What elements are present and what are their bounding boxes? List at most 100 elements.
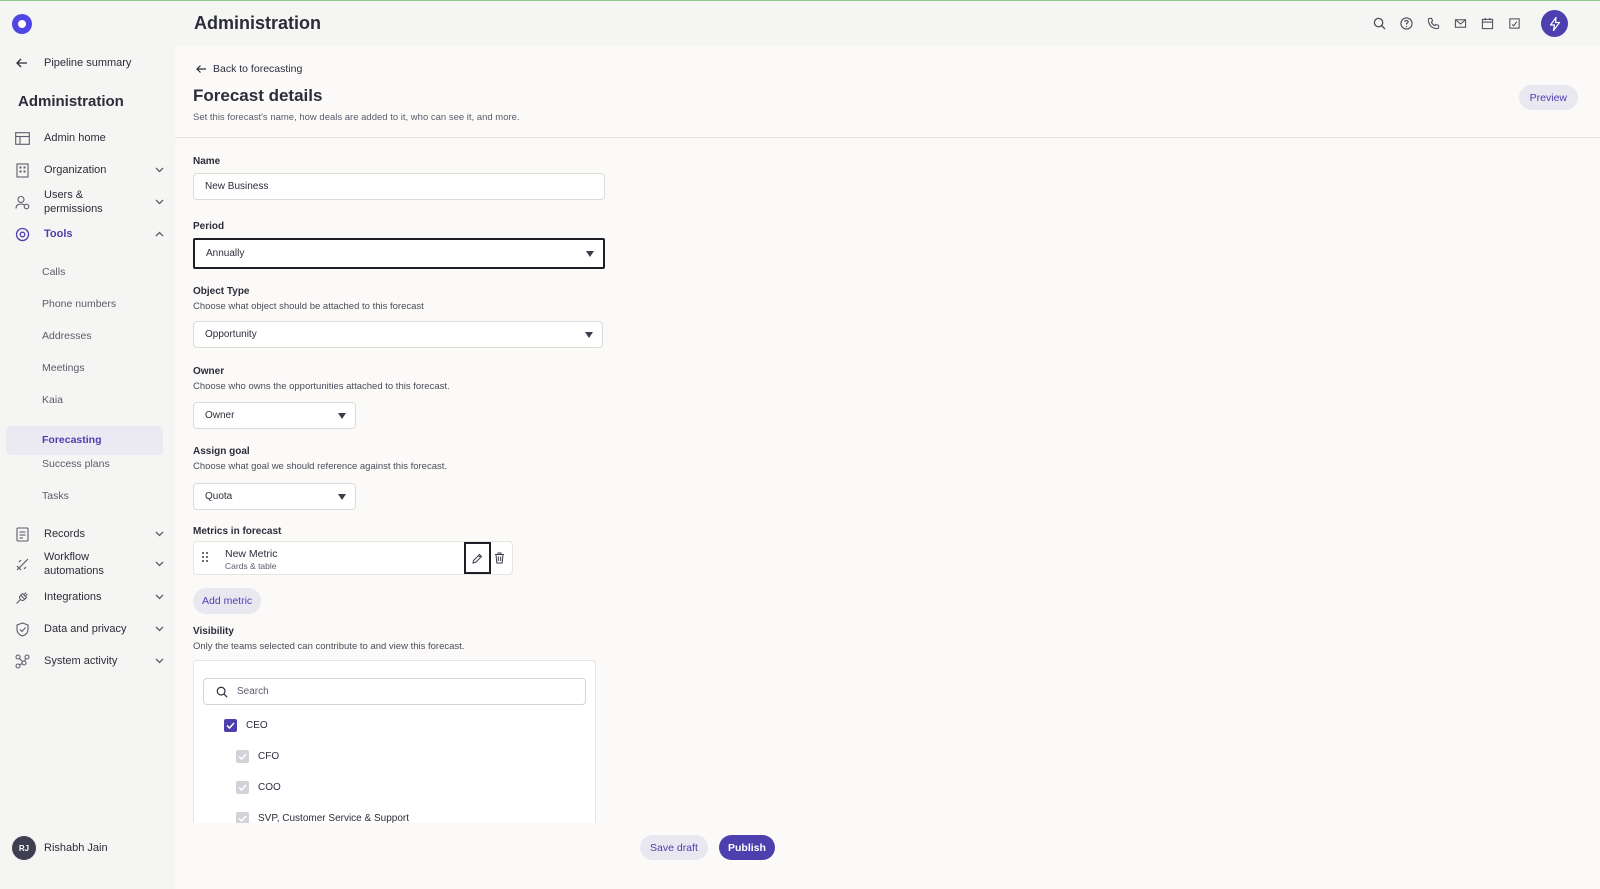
sidebar-subitem-forecasting[interactable]: Forecasting [42, 426, 102, 455]
sidebar-item-organization[interactable]: Organization [14, 162, 164, 178]
sidebar-item-tools[interactable]: Tools [14, 226, 164, 242]
metric-type: Cards & table [225, 561, 277, 571]
search-icon[interactable] [1371, 15, 1388, 32]
sidebar-item-label: Admin home [44, 132, 106, 144]
visibility-hint: Only the teams selected can contribute t… [193, 641, 465, 652]
metrics-label: Metrics in forecast [193, 526, 282, 537]
pipeline-summary-label: Pipeline summary [44, 57, 132, 69]
sidebar-subitem-kaia[interactable]: Kaia [42, 394, 63, 406]
sidebar-subitem-tasks[interactable]: Tasks [42, 490, 69, 502]
workflow-icon [14, 556, 30, 572]
sidebar-item-label: Tools [44, 228, 73, 240]
trash-icon[interactable] [491, 550, 507, 566]
drag-handle-icon[interactable] [202, 552, 208, 565]
activity-icon [14, 653, 30, 669]
caret-down-icon [338, 413, 346, 419]
team-name: CEO [246, 720, 268, 731]
sidebar-item-label: Organization [44, 164, 107, 176]
sidebar-subitem-success-plans[interactable]: Success plans [42, 458, 110, 470]
calendar-icon[interactable] [1479, 15, 1496, 32]
phone-icon[interactable] [1425, 15, 1442, 32]
notes-icon[interactable] [1506, 15, 1523, 32]
assign-goal-select[interactable]: Quota [193, 483, 356, 510]
visibility-panel: Search CEO CFO COO SVP, Customer Service… [193, 660, 596, 830]
team-row-coo[interactable]: COO [236, 781, 281, 794]
preview-button[interactable]: Preview [1518, 85, 1578, 110]
tools-icon [14, 226, 30, 242]
avatar: RJ [12, 836, 36, 860]
sidebar: Pipeline summary Administration Admin ho… [0, 46, 175, 889]
checkbox-checked-icon[interactable] [224, 719, 237, 732]
mail-icon[interactable] [1452, 15, 1469, 32]
back-link-label: Back to forecasting [213, 63, 303, 75]
back-to-forecasting-link[interactable]: Back to forecasting [196, 63, 302, 75]
sidebar-item-label: Data and privacy [44, 623, 127, 635]
sidebar-item-integrations[interactable]: Integrations [14, 589, 164, 605]
team-search-input[interactable]: Search [203, 678, 586, 705]
chevron-down-icon [155, 594, 164, 600]
team-row-ceo[interactable]: CEO [224, 719, 268, 732]
sidebar-item-label: Users & permissions [44, 189, 103, 215]
sidebar-subitem-calls[interactable]: Calls [42, 266, 65, 278]
sidebar-subitem-meetings[interactable]: Meetings [42, 362, 85, 374]
object-type-value: Opportunity [205, 329, 257, 340]
caret-down-icon [338, 494, 346, 500]
checkbox-checked-icon[interactable] [236, 781, 249, 794]
object-type-label: Object Type [193, 286, 250, 297]
metric-name: New Metric [225, 548, 278, 560]
sidebar-item-label: Records [44, 528, 85, 540]
chevron-down-icon [155, 561, 164, 567]
save-draft-button[interactable]: Save draft [640, 835, 708, 860]
arrow-left-icon [16, 58, 27, 68]
sidebar-subitem-phone-numbers[interactable]: Phone numbers [42, 298, 116, 310]
sidebar-item-records[interactable]: Records [14, 526, 164, 542]
sidebar-item-workflow-automations[interactable]: Workflow automations [14, 550, 164, 578]
table-icon [14, 130, 30, 146]
top-bar: Administration [0, 1, 1600, 46]
period-select[interactable]: Annually [193, 238, 605, 269]
team-row-cfo[interactable]: CFO [236, 750, 279, 763]
top-toolbar [1371, 10, 1568, 37]
pipeline-summary-link[interactable]: Pipeline summary [16, 57, 131, 69]
object-type-hint: Choose what object should be attached to… [193, 301, 424, 312]
assign-goal-hint: Choose what goal we should reference aga… [193, 461, 448, 472]
user-name: Rishabh Jain [44, 842, 108, 854]
assign-goal-value: Quota [205, 491, 233, 502]
main-content: Back to forecasting Forecast details Set… [175, 46, 1600, 889]
header-divider [175, 137, 1600, 138]
period-label: Period [193, 221, 225, 232]
search-icon [216, 686, 228, 698]
plug-icon [14, 589, 30, 605]
owner-value: Owner [205, 410, 235, 421]
app-logo-icon[interactable] [12, 14, 32, 34]
bolt-icon[interactable] [1541, 10, 1568, 37]
visibility-label: Visibility [193, 626, 234, 637]
caret-down-icon [586, 251, 594, 257]
period-value: Annually [206, 248, 245, 259]
sidebar-item-label: System activity [44, 655, 118, 667]
add-metric-button[interactable]: Add metric [193, 588, 262, 614]
sidebar-item-data-privacy[interactable]: Data and privacy [14, 621, 164, 637]
checkbox-checked-icon[interactable] [236, 750, 249, 763]
records-icon [14, 526, 30, 542]
name-field[interactable]: New Business [193, 173, 605, 200]
chevron-down-icon [155, 199, 164, 205]
sidebar-subitem-addresses[interactable]: Addresses [42, 330, 92, 342]
edit-pencil-icon[interactable] [464, 542, 491, 574]
users-icon [14, 194, 30, 210]
footer-actions: Save draft Publish [175, 823, 1600, 889]
name-value: New Business [205, 181, 269, 192]
object-type-select[interactable]: Opportunity [193, 321, 603, 348]
sidebar-item-admin-home[interactable]: Admin home [14, 130, 164, 146]
metric-card: New Metric Cards & table [193, 541, 513, 575]
sidebar-item-users-permissions[interactable]: Users & permissions [14, 188, 164, 216]
arrow-left-icon [196, 65, 206, 73]
owner-label: Owner [193, 366, 225, 377]
publish-button[interactable]: Publish [719, 835, 775, 860]
help-icon[interactable] [1398, 15, 1415, 32]
page-subtitle: Set this forecast's name, how deals are … [193, 112, 520, 123]
user-profile[interactable]: RJ Rishabh Jain [12, 836, 108, 860]
owner-hint: Choose who owns the opportunities attach… [193, 381, 450, 392]
owner-select[interactable]: Owner [193, 402, 356, 429]
sidebar-item-system-activity[interactable]: System activity [14, 653, 164, 669]
